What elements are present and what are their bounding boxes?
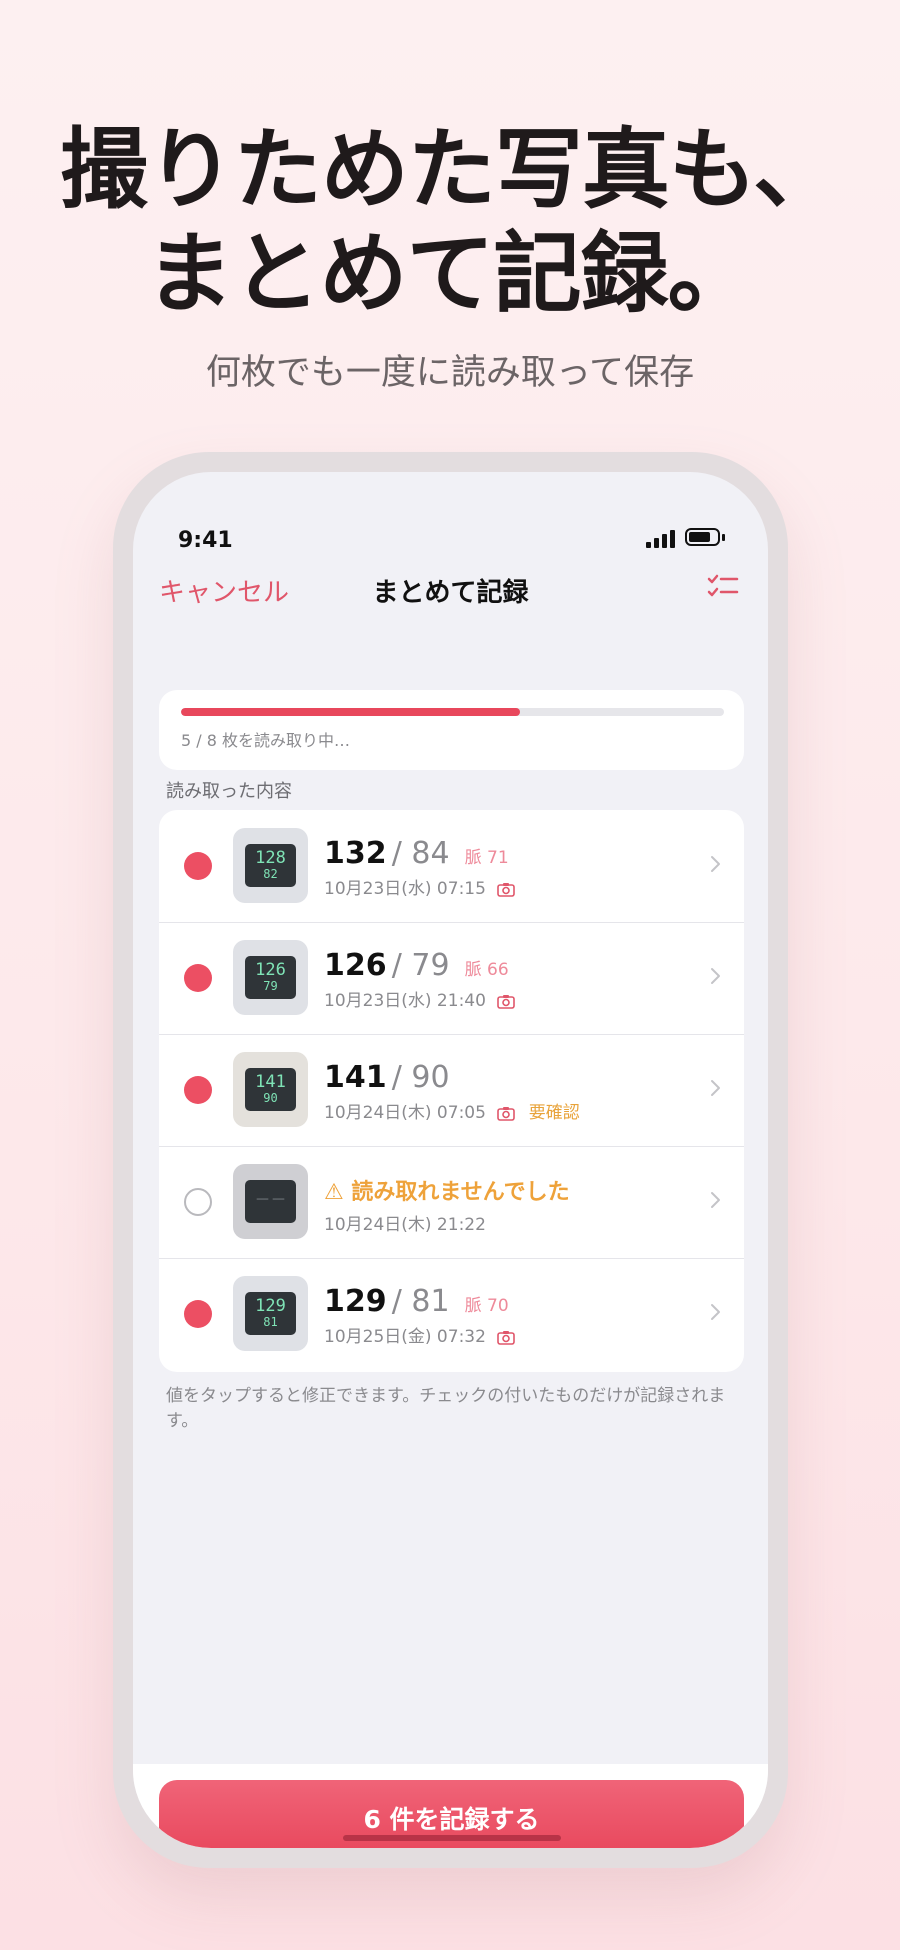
reading-datetime: 10月24日(木) 21:22: [324, 1215, 486, 1235]
reading-meta: 10月23日(水) 07:15: [324, 874, 516, 899]
hint-text: 値をタップすると修正できます。チェックの付いたものだけが記録されます。: [166, 1386, 726, 1431]
reading-row-failed[interactable]: －－ ⚠ 読み取れませんでした 10月24日(木) 21:22: [159, 1146, 744, 1258]
signal-icon: [646, 530, 676, 548]
checkbox-checked[interactable]: [184, 852, 212, 880]
reading-values: 132 / 84 脈 71: [324, 836, 509, 871]
monitor-display: －－: [245, 1180, 296, 1223]
reading-meta: 10月24日(木) 21:22: [324, 1210, 486, 1235]
checkbox-checked[interactable]: [184, 1076, 212, 1104]
checkbox-checked[interactable]: [184, 964, 212, 992]
headline-line-2: まとめて記録。: [145, 222, 755, 325]
photo-thumbnail: 129 81: [233, 1276, 308, 1351]
systolic-value: 132: [324, 836, 387, 871]
diastolic-value: / 81: [391, 1284, 450, 1319]
chevron-right-icon: [711, 1080, 720, 1096]
reading-meta: 10月24日(木) 07:05 要確認: [324, 1098, 580, 1123]
chevron-right-icon: [711, 856, 720, 872]
home-indicator: [343, 1835, 561, 1841]
headline-line-1: 撮りためた写真も、: [59, 118, 841, 221]
lcd-systolic: 129: [255, 1296, 286, 1316]
checkbox-unchecked[interactable]: [184, 1188, 212, 1216]
reading-datetime: 10月23日(水) 21:40: [324, 991, 486, 1011]
photo-thumbnail: 141 90: [233, 1052, 308, 1127]
pulse-value: 脈 71: [464, 848, 509, 868]
lcd-systolic: 141: [255, 1072, 286, 1092]
reading-meta: 10月25日(金) 07:32: [324, 1322, 516, 1347]
checkbox-checked[interactable]: [184, 1300, 212, 1328]
reading-datetime: 10月24日(木) 07:05: [324, 1103, 486, 1123]
lcd-diastolic: 81: [263, 1315, 278, 1329]
reading-values: 129 / 81 脈 70: [324, 1284, 509, 1319]
pulse-value: 脈 70: [464, 1296, 509, 1316]
diastolic-value: / 90: [391, 1060, 450, 1095]
lcd-blank: －－: [254, 1190, 287, 1209]
headline: 撮りためた写真も、 まとめて記録。: [0, 118, 900, 326]
monitor-display: 128 82: [245, 844, 296, 887]
phone-frame: 9:41 キャンセル まとめて記録 5 / 8 枚を読み取り中… 読み取った内容: [113, 452, 788, 1868]
progress-fill: [181, 708, 521, 716]
monitor-display: 141 90: [245, 1068, 296, 1111]
checklist-icon[interactable]: [707, 574, 739, 600]
section-label: 読み取った内容: [166, 781, 292, 802]
photo-thumbnail: 126 79: [233, 940, 308, 1015]
reading-values: 126 / 79 脈 66: [324, 948, 509, 983]
battery-icon: [685, 528, 720, 546]
needs-check-badge: 要確認: [528, 1103, 580, 1123]
reading-datetime: 10月23日(水) 07:15: [324, 879, 486, 899]
photo-thumbnail: 128 82: [233, 828, 308, 903]
chevron-right-icon: [711, 968, 720, 984]
lcd-systolic: 128: [255, 848, 286, 868]
cancel-button[interactable]: キャンセル: [159, 572, 289, 609]
status-time: 9:41: [178, 528, 233, 553]
reading-row[interactable]: 141 90 141 / 90 10月24日(木) 07:05 要確認: [159, 1034, 744, 1146]
monitor-display: 126 79: [245, 956, 296, 999]
reading-row[interactable]: 128 82 132 / 84 脈 71 10月23日(水) 07:15: [159, 810, 744, 922]
reading-values: 141 / 90: [324, 1060, 450, 1095]
lcd-diastolic: 82: [263, 867, 278, 881]
read-failed-warning: ⚠ 読み取れませんでした: [324, 1180, 570, 1205]
progress-text: 5 / 8 枚を読み取り中…: [181, 731, 351, 750]
reading-row[interactable]: 126 79 126 / 79 脈 66 10月23日(水) 21:40: [159, 922, 744, 1034]
diastolic-value: / 84: [391, 836, 450, 871]
subheadline: 何枚でも一度に読み取って保存: [205, 353, 695, 393]
chevron-right-icon: [711, 1304, 720, 1320]
lcd-diastolic: 90: [263, 1091, 278, 1105]
photo-thumbnail: －－: [233, 1164, 308, 1239]
progress-card: 5 / 8 枚を読み取り中…: [159, 690, 744, 770]
pulse-value: 脈 66: [464, 960, 509, 980]
battery-tip: [722, 534, 725, 541]
chevron-right-icon: [711, 1192, 720, 1208]
reading-meta: 10月23日(水) 21:40: [324, 986, 516, 1011]
systolic-value: 129: [324, 1284, 387, 1319]
reading-row[interactable]: 129 81 129 / 81 脈 70 10月25日(金) 07:32: [159, 1258, 744, 1370]
systolic-value: 141: [324, 1060, 387, 1095]
camera-icon: [497, 1107, 516, 1121]
camera-icon: [497, 1331, 516, 1345]
lcd-diastolic: 79: [263, 979, 278, 993]
reading-datetime: 10月25日(金) 07:32: [324, 1327, 486, 1347]
diastolic-value: / 79: [391, 948, 450, 983]
readings-list: 128 82 132 / 84 脈 71 10月23日(水) 07:15 126…: [159, 810, 744, 1372]
camera-icon: [497, 883, 516, 897]
lcd-systolic: 126: [255, 960, 286, 980]
systolic-value: 126: [324, 948, 387, 983]
progress-bar: [181, 708, 724, 716]
monitor-display: 129 81: [245, 1292, 296, 1335]
camera-icon: [497, 995, 516, 1009]
phone-screen: 9:41 キャンセル まとめて記録 5 / 8 枚を読み取り中… 読み取った内容: [133, 472, 768, 1848]
